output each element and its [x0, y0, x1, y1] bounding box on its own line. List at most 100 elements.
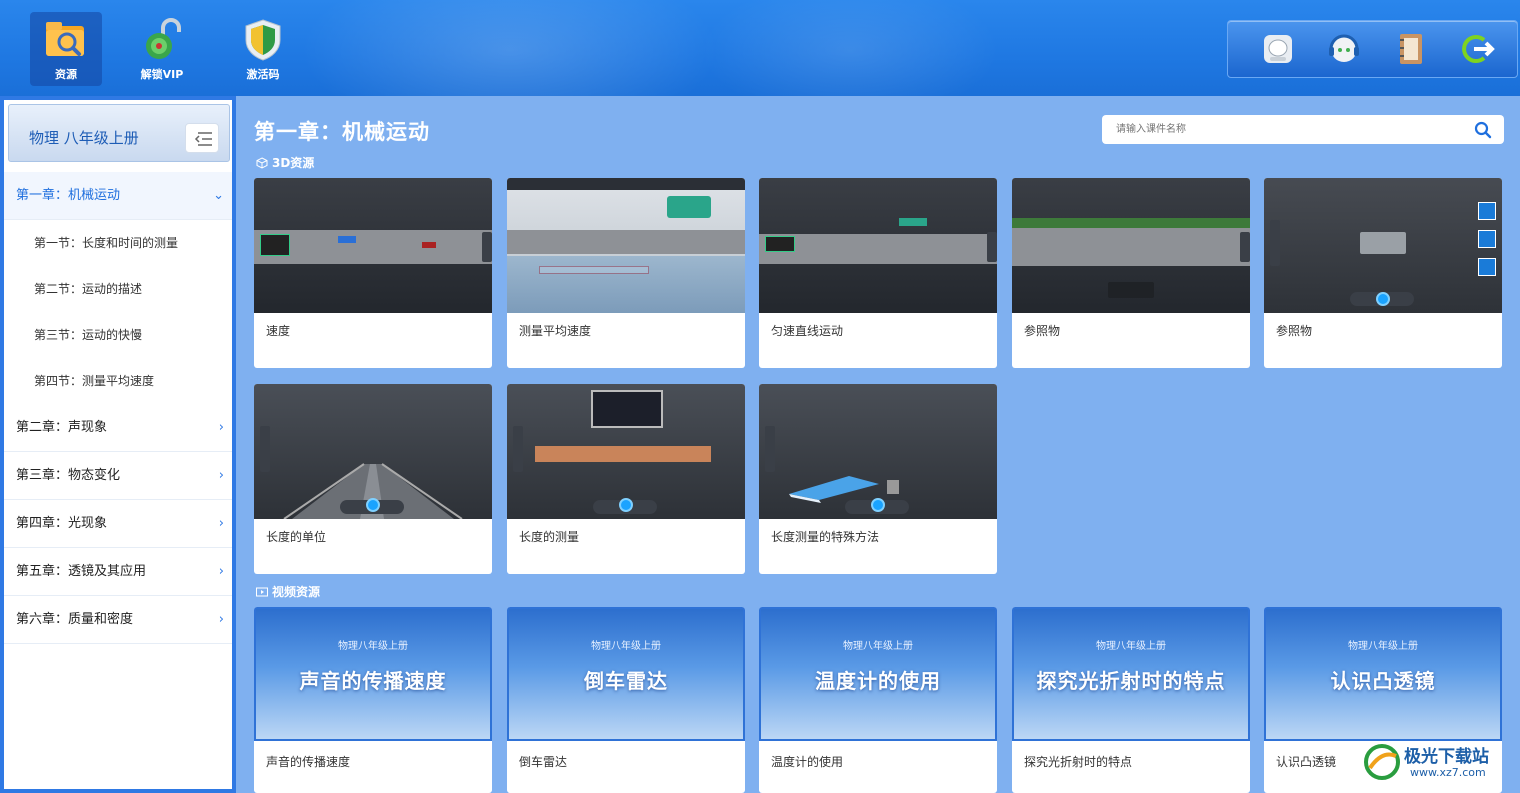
chevron-right-icon: › — [218, 612, 224, 627]
video-thumbnail: 物理八年级上册 倒车雷达 — [507, 607, 745, 741]
video-thumbnail: 物理八年级上册 认识凸透镜 — [1264, 607, 1502, 741]
card-label: 长度的测量 — [519, 530, 580, 544]
chapter-item[interactable]: 第五章：透镜及其应用 › — [4, 548, 232, 596]
support-icon[interactable] — [1324, 29, 1364, 69]
toolbar-unlock-vip-button[interactable]: 解锁VIP — [126, 12, 198, 86]
video-label: 认识凸透镜 — [1276, 755, 1337, 769]
video-icon — [256, 587, 268, 596]
watermark-text: 极光下载站 — [1404, 747, 1489, 767]
resource-card[interactable]: 参照物 — [1012, 178, 1250, 368]
card-label: 速度 — [266, 324, 291, 338]
resource-card[interactable]: 测量平均速度 — [507, 178, 745, 368]
video-card[interactable]: 物理八年级上册 探究光折射时的特点 探究光折射时的特点 — [1012, 607, 1250, 793]
toolbar-activation-code-button[interactable]: 激活码 — [227, 12, 299, 86]
chapter-list: 第一章：机械运动 ⌄ 第一节：长度和时间的测量 第二节：运动的描述 第三节：运动… — [4, 172, 232, 644]
video-thumb-title: 认识凸透镜 — [1330, 669, 1436, 693]
chapter-item[interactable]: 第四章：光现象 › — [4, 500, 232, 548]
resource-card[interactable]: 参照物 — [1264, 178, 1502, 368]
folder-search-icon — [43, 18, 89, 62]
collapse-menu-icon — [194, 132, 212, 146]
cube-icon — [256, 156, 268, 169]
section-video-heading: 视频资源 — [256, 583, 320, 600]
sidebar-header: 物理 八年级上册 — [8, 104, 230, 162]
section-3d-label: 3D资源 — [272, 156, 315, 170]
chevron-right-icon: › — [218, 516, 224, 531]
card-thumbnail — [759, 178, 997, 313]
search-icon[interactable] — [1474, 121, 1492, 139]
card-thumbnail — [507, 178, 745, 313]
card-label: 参照物 — [1276, 324, 1313, 338]
top-toolbar: 资源 解锁VIP 激活码 — [0, 0, 1520, 96]
section-item[interactable]: 第二节：运动的描述 — [4, 266, 232, 312]
card-label: 测量平均速度 — [519, 324, 592, 338]
chapter-label: 第四章：光现象 — [16, 516, 108, 531]
resource-card[interactable]: 匀速直线运动 — [759, 178, 997, 368]
section-label: 第四节：测量平均速度 — [34, 374, 155, 388]
card-label: 长度测量的特殊方法 — [771, 530, 880, 544]
chat-icon[interactable] — [1258, 29, 1298, 69]
video-thumb-subtitle: 物理八年级上册 — [591, 641, 661, 652]
section-3d-heading: 3D资源 — [256, 154, 314, 171]
card-thumbnail — [507, 384, 745, 519]
chapter-item[interactable]: 第六章：质量和密度 › — [4, 596, 232, 644]
watermark-logo: 极光下载站 www.xz7.com — [1362, 738, 1512, 788]
video-thumb-title: 温度计的使用 — [815, 669, 941, 693]
card-thumbnail — [254, 178, 492, 313]
search-box — [1102, 115, 1504, 144]
video-thumb-title: 声音的传播速度 — [299, 669, 447, 693]
search-input[interactable] — [1116, 120, 1456, 139]
sidebar-panel: 物理 八年级上册 第一章：机械运动 ⌄ 第一节：长度和时间的测量 第二节：运动的… — [4, 100, 232, 789]
watermark-url: www.xz7.com — [1410, 766, 1486, 779]
resource-card[interactable]: 长度的单位 — [254, 384, 492, 574]
toolbar-activation-code-label: 激活码 — [246, 68, 280, 81]
video-card[interactable]: 物理八年级上册 倒车雷达 倒车雷达 — [507, 607, 745, 793]
chevron-right-icon: › — [218, 420, 224, 435]
card-label: 参照物 — [1024, 324, 1061, 338]
video-thumb-subtitle: 物理八年级上册 — [338, 641, 408, 652]
section-item[interactable]: 第一节：长度和时间的测量 — [4, 220, 232, 266]
card-thumbnail — [254, 384, 492, 519]
shield-key-icon — [240, 18, 286, 62]
logout-icon[interactable] — [1456, 29, 1496, 69]
video-label: 声音的传播速度 — [266, 755, 351, 769]
section-label: 第二节：运动的描述 — [34, 282, 143, 296]
toolbar-unlock-vip-label: 解锁VIP — [140, 68, 184, 81]
section-item[interactable]: 第三节：运动的快慢 — [4, 312, 232, 358]
xz7-logo-icon — [1364, 744, 1400, 780]
card-thumbnail — [759, 384, 997, 519]
video-thumb-subtitle: 物理八年级上册 — [1096, 641, 1166, 652]
chevron-down-icon: ⌄ — [213, 188, 224, 203]
chapter-item[interactable]: 第二章：声现象 › — [4, 404, 232, 452]
section-item[interactable]: 第四节：测量平均速度 — [4, 358, 232, 404]
card-thumbnail — [1264, 178, 1502, 313]
page-title: 第一章：机械运动 — [254, 120, 430, 144]
sidebar: 物理 八年级上册 第一章：机械运动 ⌄ 第一节：长度和时间的测量 第二节：运动的… — [0, 96, 236, 793]
video-card[interactable]: 物理八年级上册 声音的传播速度 声音的传播速度 — [254, 607, 492, 793]
video-thumb-subtitle: 物理八年级上册 — [843, 641, 913, 652]
chapter-label: 第一章：机械运动 — [16, 188, 121, 203]
resource-card[interactable]: 长度测量的特殊方法 — [759, 384, 997, 574]
video-thumbnail: 物理八年级上册 探究光折射时的特点 — [1012, 607, 1250, 741]
chapter-item[interactable]: 第三章：物态变化 › — [4, 452, 232, 500]
video-thumbnail: 物理八年级上册 温度计的使用 — [759, 607, 997, 741]
video-thumbnail: 物理八年级上册 声音的传播速度 — [254, 607, 492, 741]
chevron-right-icon: › — [218, 564, 224, 579]
video-thumb-title: 探究光折射时的特点 — [1036, 669, 1226, 693]
chevron-right-icon: › — [218, 468, 224, 483]
chapter-item[interactable]: 第一章：机械运动 ⌄ — [4, 172, 232, 220]
video-card[interactable]: 物理八年级上册 温度计的使用 温度计的使用 — [759, 607, 997, 793]
resource-card[interactable]: 速度 — [254, 178, 492, 368]
chapter-label: 第五章：透镜及其应用 — [16, 564, 147, 579]
toolbar-resources-label: 资源 — [55, 68, 77, 81]
video-label: 温度计的使用 — [771, 755, 844, 769]
top-right-panel — [1227, 20, 1518, 78]
toolbar-resources-button[interactable]: 资源 — [30, 12, 102, 86]
notebook-icon[interactable] — [1390, 29, 1430, 69]
chapter-label: 第二章：声现象 — [16, 420, 108, 435]
resource-card[interactable]: 长度的测量 — [507, 384, 745, 574]
chapter-label: 第三章：物态变化 — [16, 468, 121, 483]
card-label: 匀速直线运动 — [771, 324, 844, 338]
collapse-sidebar-button[interactable] — [185, 123, 219, 153]
card-thumbnail — [1012, 178, 1250, 313]
section-label: 第三节：运动的快慢 — [34, 328, 143, 342]
